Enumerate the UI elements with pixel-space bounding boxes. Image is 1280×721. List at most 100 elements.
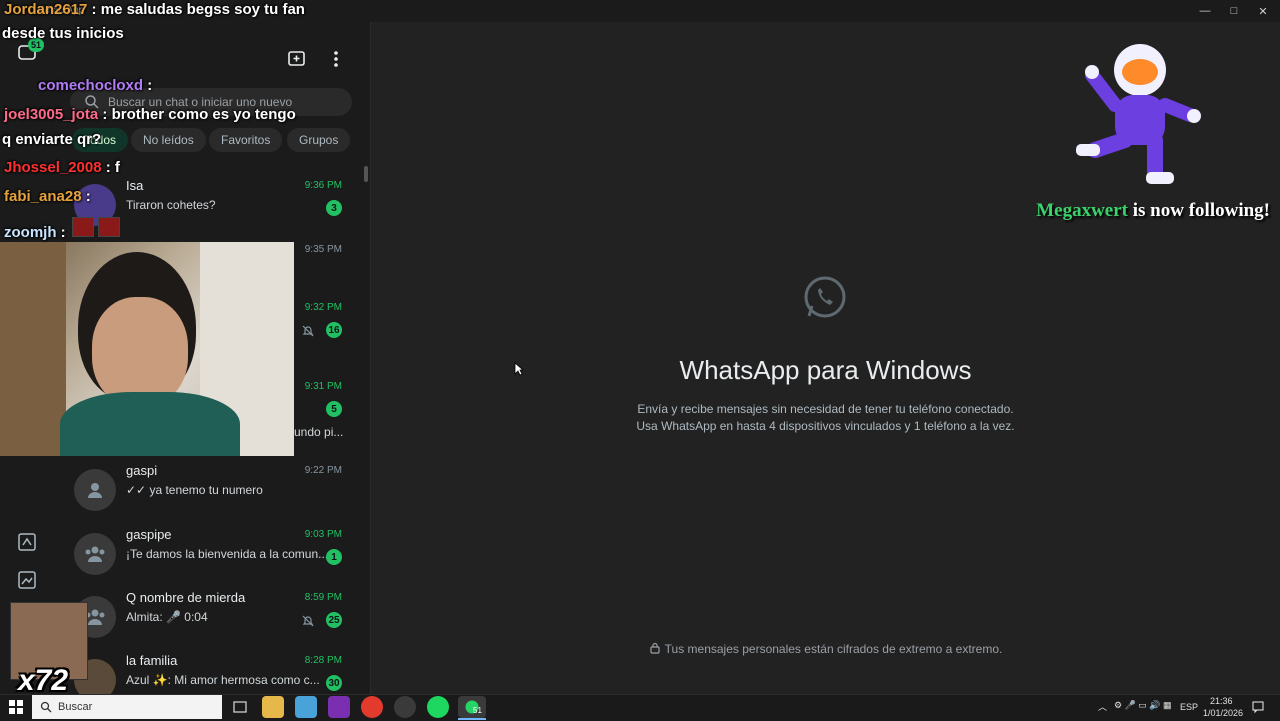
welcome-desc-1: Envía y recibe mensajes sin necesidad de…	[637, 402, 1014, 416]
avatar	[74, 469, 116, 511]
stream-chat-line: zoomjh :	[4, 217, 120, 241]
menu-dots-icon[interactable]	[326, 48, 346, 70]
task-view-icon[interactable]	[229, 696, 251, 718]
chat-user: comechocloxd	[38, 77, 144, 94]
follower-name: Megaxwert	[1036, 200, 1128, 221]
muted-icon	[301, 324, 315, 343]
chat-message: q enviarte qr?	[2, 131, 102, 148]
chat-time: 9:35 PM	[304, 244, 342, 255]
chat-preview: ¡Te damos la bienvenida a la comun...	[126, 547, 329, 561]
chats-icon[interactable]: 51	[14, 38, 44, 66]
chat-name: gaspi	[126, 463, 158, 478]
media-icon[interactable]	[15, 568, 39, 592]
astronaut-alert-image	[1070, 40, 1210, 190]
stream-chat-line: Jordan2617 : me saludas begss soy tu fan	[4, 1, 305, 18]
obs-icon[interactable]	[394, 696, 416, 718]
stream-chat-line: fabi_ana28 :	[4, 188, 91, 205]
group-icon	[85, 546, 105, 562]
chat-separator: :	[98, 106, 112, 123]
chat-row-q-nombre[interactable]: Q nombre de mierda Almita: 🎤 0:04 8:59 P…	[70, 590, 360, 652]
chat-user: Jhossel_2008	[4, 159, 102, 176]
chrome-icon[interactable]	[361, 696, 383, 718]
chat-separator: :	[143, 77, 153, 94]
clock-date[interactable]: 1/01/2026	[1203, 708, 1243, 718]
chat-time: 8:59 PM	[304, 592, 342, 603]
chat-message: desde tus inicios	[2, 25, 124, 42]
encryption-note: Tus mensajes personales están cifrados d…	[371, 642, 1280, 656]
tray-chevron-icon[interactable]: ︿	[1098, 700, 1107, 713]
unread-badge: 25	[326, 612, 342, 628]
notepad-icon[interactable]	[295, 696, 317, 718]
chat-name: gaspipe	[126, 527, 172, 542]
chat-preview: Azul ✨: Mi amor hermosa como c...	[126, 673, 320, 687]
chat-preview: Tiraron cohetes?	[126, 198, 216, 212]
unread-badge: 5	[326, 401, 342, 417]
chat-separator: :	[87, 1, 101, 18]
webcam-overlay	[0, 242, 294, 456]
welcome-title: WhatsApp para Windows	[679, 355, 972, 385]
lock-icon	[650, 642, 660, 654]
whatsapp-taskbar-icon[interactable]: 51	[458, 696, 486, 718]
chat-time: 8:28 PM	[304, 655, 342, 666]
stream-chat-line: Jhossel_2008 : f	[4, 159, 120, 176]
emote-image	[97, 217, 120, 237]
chat-message: brother como es yo tengo	[111, 106, 296, 123]
chat-separator: :	[56, 224, 66, 241]
welcome-desc-2: Usa WhatsApp en hasta 4 dispositivos vin…	[636, 419, 1015, 433]
avatar	[74, 533, 116, 575]
chat-name: Isa	[126, 178, 144, 193]
taskbar-badge: 51	[473, 706, 482, 715]
spotify-icon[interactable]	[427, 696, 449, 718]
chat-separator: :	[101, 159, 115, 176]
new-chat-icon[interactable]	[286, 48, 308, 70]
stream-chat-line: desde tus inicios	[2, 25, 124, 42]
mouse-cursor-icon	[514, 362, 525, 381]
chat-user: zoomjh	[4, 224, 57, 241]
stream-chat-line: joel3005_jota : brother como es yo tengo	[4, 106, 296, 123]
filter-chip-favorites[interactable]: Favoritos	[209, 128, 283, 152]
taskbar-search[interactable]: Buscar	[32, 695, 222, 719]
chat-row-gaspi[interactable]: gaspi ✓✓ ya tenemo tu numero 9:22 PM	[70, 463, 360, 525]
chat-message: f	[114, 159, 120, 176]
clock-time[interactable]: 21:36	[1210, 696, 1233, 706]
chat-time: 9:32 PM	[304, 302, 342, 313]
muted-icon	[301, 614, 315, 633]
emote-image	[71, 217, 94, 237]
chat-time: 9:22 PM	[304, 465, 342, 476]
filter-chip-groups[interactable]: Grupos	[287, 128, 351, 152]
close-button[interactable]: ✕	[1246, 0, 1280, 22]
follow-message: is now following!	[1128, 200, 1270, 221]
unread-badge: 1	[326, 549, 342, 565]
taskbar-search-icon	[40, 700, 52, 718]
chat-preview: ✓✓ ya tenemo tu numero	[126, 483, 263, 497]
stream-chat-line: q enviarte qr?	[2, 131, 101, 148]
chat-user: fabi_ana28	[4, 188, 82, 205]
filter-chip-unread[interactable]: No leídos	[131, 128, 206, 152]
stream-chat-line: comechocloxd :	[38, 77, 152, 94]
scrollbar-thumb[interactable]	[364, 166, 368, 182]
unread-badge: 3	[326, 200, 342, 216]
chat-time: 9:03 PM	[304, 529, 342, 540]
chat-time: 9:36 PM	[304, 180, 342, 191]
windows-start-icon[interactable]	[9, 700, 23, 719]
chat-user: joel3005_jota	[4, 106, 99, 123]
unread-badge: 30	[326, 675, 342, 691]
status-icon[interactable]	[15, 530, 39, 554]
chat-preview: Almita: 🎤 0:04	[126, 610, 208, 624]
chat-name: Q nombre de mierda	[126, 590, 246, 605]
file-explorer-icon[interactable]	[262, 696, 284, 718]
stream-app-icon[interactable]	[328, 696, 350, 718]
chat-name: la familia	[126, 653, 178, 668]
person-icon	[88, 483, 102, 498]
chat-preview: undo pi...	[294, 425, 344, 439]
chat-user: Jordan2617	[4, 1, 88, 18]
follow-alert-text: Megaxwert is now following!	[1000, 200, 1270, 222]
chat-message: me saludas begss soy tu fan	[100, 1, 305, 18]
tray-icons[interactable]: ⚙ 🎤 ▭ 🔊 ▦	[1114, 700, 1172, 711]
chat-row-gaspipe[interactable]: gaspipe ¡Te damos la bienvenida a la com…	[70, 527, 360, 589]
language-indicator[interactable]: ESP	[1180, 702, 1198, 712]
chat-time: 9:31 PM	[304, 381, 342, 392]
encryption-text: Tus mensajes personales están cifrados d…	[664, 642, 1003, 656]
chat-row-la-familia[interactable]: la familia Azul ✨: Mi amor hermosa como …	[70, 653, 360, 701]
notifications-icon[interactable]	[1252, 700, 1264, 718]
